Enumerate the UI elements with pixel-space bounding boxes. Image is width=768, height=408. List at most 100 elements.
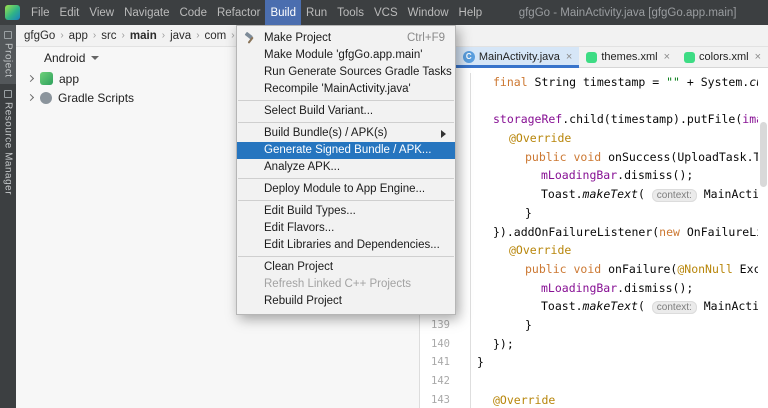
code-line[interactable]: storageRef.child(timestamp).putFile(imag… [420, 110, 758, 130]
menubar-item-edit[interactable]: Edit [55, 0, 85, 25]
code-token: @NonNull [677, 261, 733, 276]
tool-window-button-resource-manager[interactable]: Resource Manager [0, 84, 16, 201]
code-line[interactable]: 142 [420, 372, 758, 391]
menubar-item-code[interactable]: Code [174, 0, 212, 25]
menu-separator [238, 200, 454, 201]
code-token: ( [637, 187, 652, 202]
build-menu-item-recompile-mainactivity-java[interactable]: Recompile 'MainActivity.java' [237, 81, 455, 98]
build-menu-item-run-generate-sources-gradle-tasks[interactable]: Run Generate Sources Gradle Tasks [237, 64, 455, 81]
breadcrumb-item-main[interactable]: main [130, 30, 157, 42]
android-app-folder-icon [40, 72, 53, 85]
menubar-item-run[interactable]: Run [301, 0, 332, 25]
code-token: MainActivity. [703, 187, 758, 202]
menubar-item-navigate[interactable]: Navigate [119, 0, 174, 25]
code-text: } [470, 315, 758, 335]
code-token: context: [651, 189, 697, 203]
menu-item-label: Refresh Linked C++ Projects [264, 278, 412, 290]
breadcrumb-item-gfggo[interactable]: gfgGo [24, 30, 55, 42]
code-token: + System. [679, 75, 750, 89]
resource-manager-icon [4, 89, 12, 98]
code-token: MainActivity. [703, 299, 758, 314]
breadcrumb-separator: › [161, 30, 166, 41]
code-token: final [493, 75, 528, 89]
code-line[interactable]: } [420, 203, 758, 223]
menu-separator [238, 178, 454, 179]
chevron-down-icon [91, 56, 100, 60]
tool-window-label: Project [2, 43, 14, 78]
menubar-item-tools[interactable]: Tools [332, 0, 369, 25]
code-line[interactable]: final String timestamp = "" + System.cur… [420, 73, 758, 92]
menu-separator [238, 256, 454, 257]
scrollbar-thumb[interactable] [760, 122, 767, 187]
code-line[interactable]: public void onSuccess(UploadTask.TaskSna… [420, 147, 758, 167]
code-line[interactable]: 143 @Override [420, 390, 758, 408]
breadcrumb-item-src[interactable]: src [101, 30, 116, 42]
code-line[interactable]: 139} [420, 315, 758, 335]
code-line[interactable]: Toast.makeText( context: MainActivity.th… [420, 297, 758, 316]
build-menu-item-edit-libraries-and-dependencies[interactable]: Edit Libraries and Dependencies... [237, 237, 455, 254]
breadcrumb-item-java[interactable]: java [170, 30, 191, 42]
line-number: 143 [431, 393, 450, 406]
build-menu-item-make-project[interactable]: Make Project Ctrl+F9 [237, 30, 455, 47]
code-line[interactable]: @Override [420, 241, 758, 260]
build-menu-item-edit-flavors[interactable]: Edit Flavors... [237, 220, 455, 237]
editor-tab-themes-xml[interactable]: themes.xml × [579, 47, 677, 67]
build-menu-item-rebuild-project[interactable]: Rebuild Project [237, 293, 455, 310]
build-menu-item-generate-signed-bundle-apk[interactable]: Generate Signed Bundle / APK... [237, 142, 455, 159]
editor-tab-colors-xml[interactable]: colors.xml × [677, 47, 768, 67]
chevron-right-icon[interactable] [26, 93, 35, 102]
build-menu-item-analyze-apk[interactable]: Analyze APK... [237, 159, 455, 176]
menu-item-label: Run Generate Sources Gradle Tasks [264, 66, 452, 78]
build-menu-item-build-bundle-s-apk-s[interactable]: Build Bundle(s) / APK(s) [237, 125, 455, 142]
close-icon[interactable]: × [755, 51, 761, 63]
breadcrumb-item-app[interactable]: app [69, 30, 88, 42]
line-number: 142 [431, 375, 450, 387]
code-token: ( [637, 299, 652, 314]
code-line[interactable]: 140}); [420, 334, 758, 354]
code-line[interactable]: public void onFailure(@NonNull Exception… [420, 259, 758, 279]
gutter [450, 316, 470, 335]
code-text: @Override [470, 241, 758, 260]
breadcrumb-item-com[interactable]: com [205, 30, 227, 42]
breadcrumb-separator: › [60, 30, 64, 41]
menubar-item-help[interactable]: Help [454, 0, 488, 25]
menubar-item-view[interactable]: View [84, 0, 119, 25]
code-area[interactable]: final String timestamp = "" + System.cur… [420, 68, 758, 408]
project-tool-icon [4, 31, 12, 39]
build-menu-item-edit-build-types[interactable]: Edit Build Types... [237, 203, 455, 220]
editor-tabbar: alCMainActivity.java×themes.xml×colors.x… [420, 47, 768, 68]
build-menu-item-make-module-gfggo-app-main[interactable]: Make Module 'gfgGo.app.main' [237, 47, 455, 64]
menubar-item-refactor[interactable]: Refactor [212, 0, 265, 25]
editor-tab-mainactivity-java[interactable]: C MainActivity.java × [455, 47, 580, 68]
code-text: public void onFailure(@NonNull Exception… [470, 259, 758, 279]
gutter [450, 372, 470, 391]
code-line[interactable]: 141} [420, 353, 758, 372]
code-token: } [477, 355, 484, 370]
code-token: onFailure( [601, 261, 678, 276]
build-menu-item-deploy-module-to-app-engine[interactable]: Deploy Module to App Engine... [237, 181, 455, 198]
chevron-right-icon[interactable] [26, 74, 35, 83]
code-line[interactable]: mLoadingBar.dismiss(); [420, 278, 758, 298]
code-line[interactable]: Toast.makeText( context: MainActivity.th… [420, 185, 758, 204]
menubar-item-file[interactable]: File [26, 0, 55, 25]
build-menu-item-select-build-variant[interactable]: Select Build Variant... [237, 103, 455, 120]
menubar-item-vcs[interactable]: VCS [369, 0, 403, 25]
window-title: gfgGo - MainActivity.java [gfgGo.app.mai… [518, 6, 737, 19]
code-token: Toast. [541, 187, 583, 202]
code-text: } [470, 203, 758, 223]
menu-item-label: Select Build Variant... [264, 105, 374, 117]
tool-window-button-project[interactable]: Project [0, 25, 16, 84]
menubar-item-build[interactable]: Build [265, 0, 302, 25]
code-token: .dismiss(); [617, 280, 694, 295]
close-icon[interactable]: × [566, 51, 572, 63]
close-icon[interactable]: × [664, 51, 670, 63]
code-line[interactable]: }).addOnFailureListener(new OnFailureLis… [420, 222, 758, 242]
code-line[interactable]: mLoadingBar.dismiss(); [420, 166, 758, 186]
submenu-arrow-icon [441, 129, 446, 138]
code-line[interactable] [420, 91, 758, 111]
build-menu-item-clean-project[interactable]: Clean Project [237, 259, 455, 276]
menubar-item-window[interactable]: Window [403, 0, 454, 25]
code-text: mLoadingBar.dismiss(); [470, 278, 758, 298]
code-line[interactable]: @Override [420, 129, 758, 148]
code-token: public [525, 149, 567, 164]
